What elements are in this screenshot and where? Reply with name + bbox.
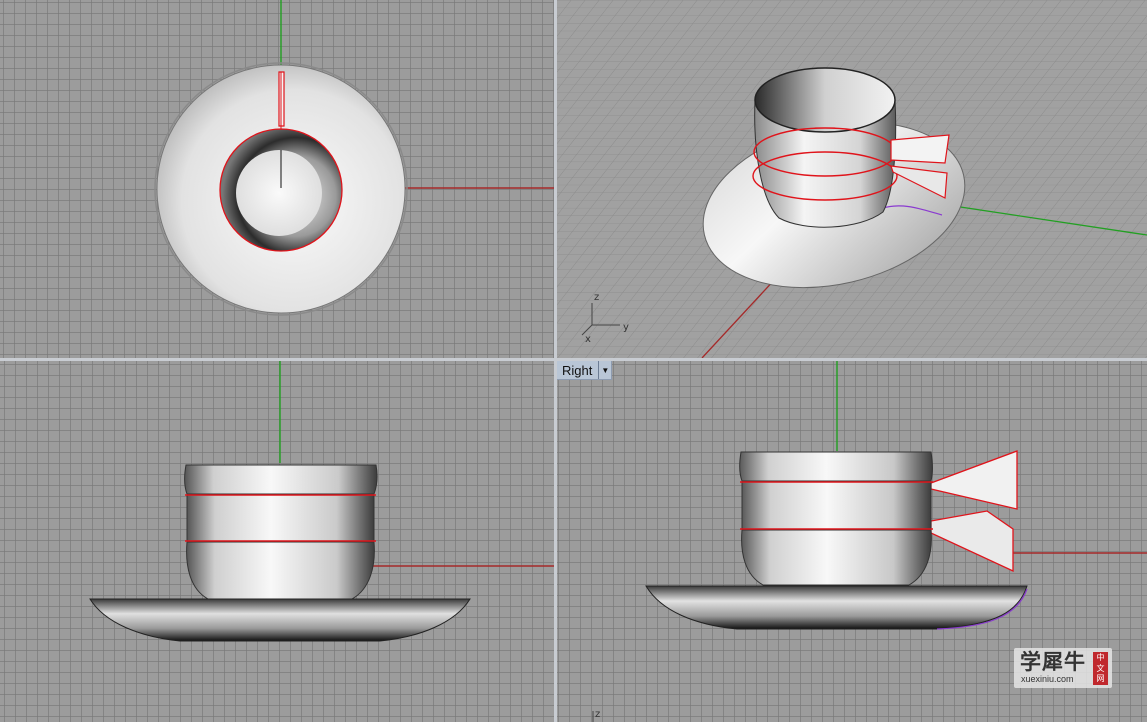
seal-char-1: 中 bbox=[1096, 653, 1105, 662]
cup-opening bbox=[754, 67, 896, 133]
gizmo-x-label: x bbox=[585, 334, 591, 345]
top-viewport[interactable] bbox=[0, 0, 554, 358]
cup-bottom bbox=[236, 150, 322, 236]
saucer-front-view[interactable] bbox=[89, 598, 471, 642]
gizmo-y-label: y bbox=[623, 322, 629, 333]
cup-band-section[interactable] bbox=[186, 493, 375, 543]
front-viewport[interactable] bbox=[0, 361, 554, 722]
top-viewport-canvas[interactable] bbox=[0, 0, 554, 358]
saucer-right-view[interactable] bbox=[645, 585, 1028, 630]
handle-wing-upper[interactable] bbox=[890, 134, 950, 164]
seal-char-2: 文 bbox=[1096, 663, 1105, 673]
dropdown-arrow-icon[interactable]: ▼ bbox=[598, 361, 611, 379]
viewport-title-right[interactable]: Right ▼ bbox=[557, 361, 613, 380]
cup-rim-section[interactable] bbox=[184, 464, 378, 495]
viewport-title-text: Right bbox=[562, 363, 593, 378]
gizmo-z-label: z bbox=[594, 292, 599, 303]
cup-band-section[interactable] bbox=[741, 480, 932, 531]
cup-rim-section[interactable] bbox=[739, 451, 933, 482]
watermark-title: 学犀牛 bbox=[1020, 649, 1086, 674]
front-viewport-canvas[interactable] bbox=[0, 361, 554, 722]
handle-wing-lower[interactable] bbox=[930, 510, 1014, 573]
seal-char-3: 网 bbox=[1096, 674, 1105, 683]
watermark-logo: 学犀牛 xuexiniu.com 中 文 网 bbox=[1014, 648, 1112, 688]
perspective-viewport[interactable]: z y x bbox=[557, 0, 1147, 358]
handle-wing-upper[interactable] bbox=[930, 450, 1018, 510]
watermark-url: xuexiniu.com bbox=[1021, 674, 1074, 684]
watermark-seal: 中 文 网 bbox=[1093, 652, 1108, 685]
perspective-viewport-canvas[interactable]: z y x bbox=[557, 0, 1147, 358]
cup-base-section[interactable] bbox=[186, 541, 375, 600]
gizmo-z-label: z bbox=[595, 709, 600, 720]
cup-base-section[interactable] bbox=[741, 529, 932, 586]
